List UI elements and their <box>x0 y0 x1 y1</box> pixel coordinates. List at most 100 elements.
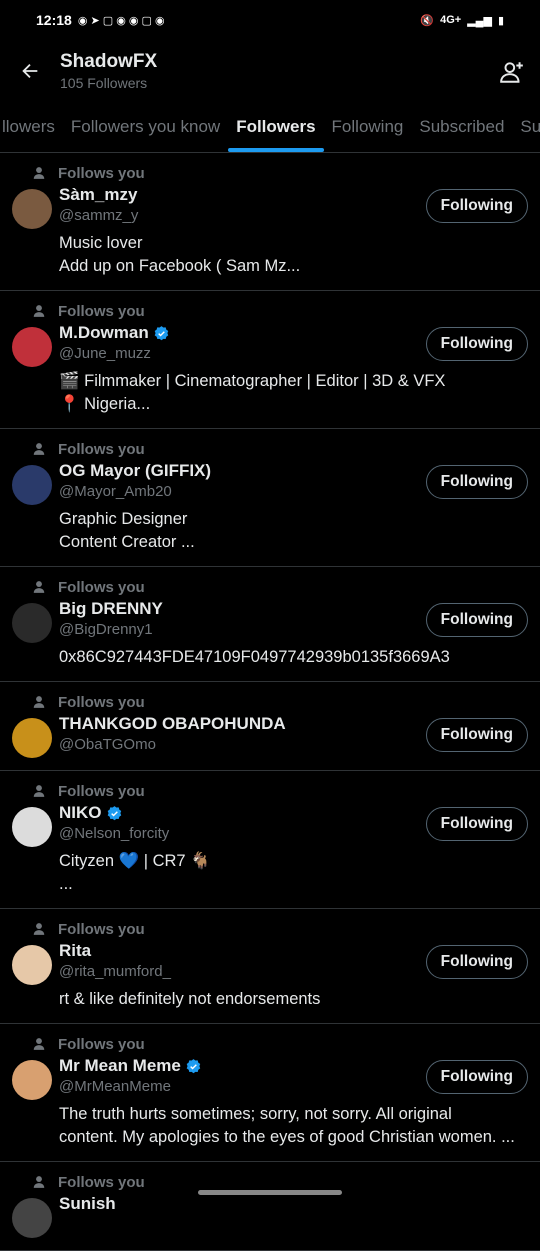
user-bio: Graphic Designer Content Creator ... <box>59 508 528 554</box>
following-button[interactable]: Following <box>425 189 528 223</box>
follower-row[interactable]: Follows you Rita @rita_mumford_ rt & lik… <box>0 909 540 1024</box>
user-name-text: Sàm_mzy <box>59 185 138 204</box>
user-name-text: NIKO <box>59 803 102 822</box>
bio-line: 🎬 Filmmaker | Cinematographer | Editor |… <box>59 372 446 390</box>
avatar[interactable] <box>12 465 52 505</box>
follows-you-text: Follows you <box>58 693 145 711</box>
home-indicator[interactable] <box>198 1190 342 1195</box>
follows-you-label: Follows you <box>32 1172 528 1192</box>
follows-you-text: Follows you <box>58 302 145 320</box>
user-name-text: Mr Mean Meme <box>59 1056 181 1075</box>
tab-llowers[interactable]: llowers <box>0 102 63 152</box>
bio-line: ... <box>59 875 73 893</box>
follower-row[interactable]: Follows you Big DRENNY @BigDrenny1 0x86C… <box>0 567 540 682</box>
user-name-text: M.Dowman <box>59 323 149 342</box>
bio-line: 0x86C927443FDE47109F0497742939b0135f3669… <box>59 648 450 666</box>
avatar[interactable] <box>12 1198 52 1238</box>
follows-you-label: Follows you <box>32 301 528 321</box>
follower-row[interactable]: Follows you Mr Mean Meme @MrMeanMeme The… <box>0 1024 540 1162</box>
tab-subscribed[interactable]: Subscribed <box>411 102 512 152</box>
avatar[interactable] <box>12 718 52 758</box>
follower-row[interactable]: Follows you OG Mayor (GIFFIX) @Mayor_Amb… <box>0 429 540 567</box>
person-icon <box>33 1176 45 1188</box>
followers-list: Follows you Sàm_mzy @sammz_y Music lover… <box>0 153 540 1251</box>
follows-you-text: Follows you <box>58 1035 145 1053</box>
follows-you-label: Follows you <box>32 577 528 597</box>
user-name-text: THANKGOD OBAPOHUNDA <box>59 714 286 733</box>
verified-badge-icon <box>107 805 121 820</box>
bio-line: rt & like definitely not endorsements <box>59 990 321 1008</box>
user-name[interactable]: Sunish <box>59 1194 528 1214</box>
follows-you-label: Follows you <box>32 919 528 939</box>
tab-bar: llowers Followers you know Followers Follow… <box>0 102 540 153</box>
follower-row-partial[interactable]: Follows you Sunish <box>0 1162 540 1251</box>
user-bio: 🎬 Filmmaker | Cinematographer | Editor |… <box>59 370 528 416</box>
follows-you-text: Follows you <box>58 920 145 938</box>
following-button[interactable]: Following <box>425 1060 528 1094</box>
user-bio: The truth hurts sometimes; sorry, not so… <box>59 1103 528 1149</box>
following-button[interactable]: Following <box>425 718 528 752</box>
following-button[interactable]: Following <box>425 465 528 499</box>
page-title: ShadowFX <box>60 51 158 72</box>
person-icon <box>33 581 45 593</box>
person-icon <box>33 443 45 455</box>
notification-icons: ◉ ➤ ▢ ◉ ◉ ▢ ◉ <box>77 14 165 27</box>
follows-you-text: Follows you <box>58 1173 145 1191</box>
person-icon <box>33 923 45 935</box>
following-button[interactable]: Following <box>425 945 528 979</box>
avatar[interactable] <box>12 327 52 367</box>
follows-you-label: Follows you <box>32 439 528 459</box>
user-name-text: OG Mayor (GIFFIX) <box>59 461 212 480</box>
avatar[interactable] <box>12 1060 52 1100</box>
tab-following[interactable]: Following <box>324 102 412 152</box>
follows-you-label: Follows you <box>32 781 528 801</box>
back-arrow-icon[interactable] <box>16 57 44 85</box>
avatar[interactable] <box>12 189 52 229</box>
avatar[interactable] <box>12 945 52 985</box>
bio-line: 📍 Nigeria... <box>59 395 151 413</box>
avatar[interactable] <box>12 807 52 847</box>
following-button[interactable]: Following <box>425 327 528 361</box>
follows-you-label: Follows you <box>32 163 528 183</box>
follower-row[interactable]: Follows you THANKGOD OBAPOHUNDA @ObaTGOm… <box>0 682 540 771</box>
person-icon <box>33 305 45 317</box>
battery-icon: ▮ <box>497 14 504 27</box>
following-button[interactable]: Following <box>425 807 528 841</box>
mute-icon: 🔇 <box>420 14 435 27</box>
bio-line: Music lover <box>59 234 143 252</box>
user-name-text: Big DRENNY <box>59 599 163 618</box>
verified-badge-icon <box>186 1058 201 1073</box>
follows-you-text: Follows you <box>58 164 145 182</box>
network-label: 4G+ <box>440 14 462 26</box>
bio-line: content. My apologies to the eyes of goo… <box>59 1128 515 1146</box>
bio-line: Graphic Designer <box>59 510 188 528</box>
user-name-text: Sunish <box>59 1194 116 1213</box>
bio-line: Cityzen 💙 | CR7 🐐 <box>59 852 211 870</box>
user-bio: rt & like definitely not endorsements <box>59 988 528 1011</box>
follower-row[interactable]: Follows you Sàm_mzy @sammz_y Music lover… <box>0 153 540 291</box>
avatar[interactable] <box>12 603 52 643</box>
signal-icon: ▂▄▆ <box>467 14 492 27</box>
tab-followers[interactable]: Followers <box>228 102 324 152</box>
add-user-icon[interactable] <box>496 56 528 88</box>
user-bio: 0x86C927443FDE47109F0497742939b0135f3669… <box>59 646 528 669</box>
follows-you-label: Follows you <box>32 692 528 712</box>
follows-you-text: Follows you <box>58 782 145 800</box>
verified-badge-icon <box>154 325 168 340</box>
following-button[interactable]: Following <box>425 603 528 637</box>
person-icon <box>33 1038 45 1050</box>
follower-row[interactable]: Follows you M.Dowman @June_muzz 🎬 Filmma… <box>0 291 540 429</box>
follows-you-label: Follows you <box>32 1034 528 1054</box>
user-name-text: Rita <box>59 941 92 960</box>
bio-line: The truth hurts sometimes; sorry, not so… <box>59 1105 452 1123</box>
follows-you-text: Follows you <box>58 440 145 458</box>
system-icons: 🔇 4G+ ▂▄▆ ▮ <box>420 14 504 27</box>
follower-row[interactable]: Follows you NIKO @Nelson_forcity Cityzen… <box>0 771 540 909</box>
bio-line: Add up on Facebook ( Sam Mz... <box>59 257 301 275</box>
user-bio: Music lover Add up on Facebook ( Sam Mz..… <box>59 232 528 278</box>
profile-header: ShadowFX 105 Followers <box>0 40 540 102</box>
tab-su[interactable]: Su <box>512 102 540 152</box>
tab-followers-you-know[interactable]: Followers you know <box>63 102 228 152</box>
status-time: 12:18 <box>36 12 72 28</box>
user-bio: Cityzen 💙 | CR7 🐐... <box>59 850 528 896</box>
